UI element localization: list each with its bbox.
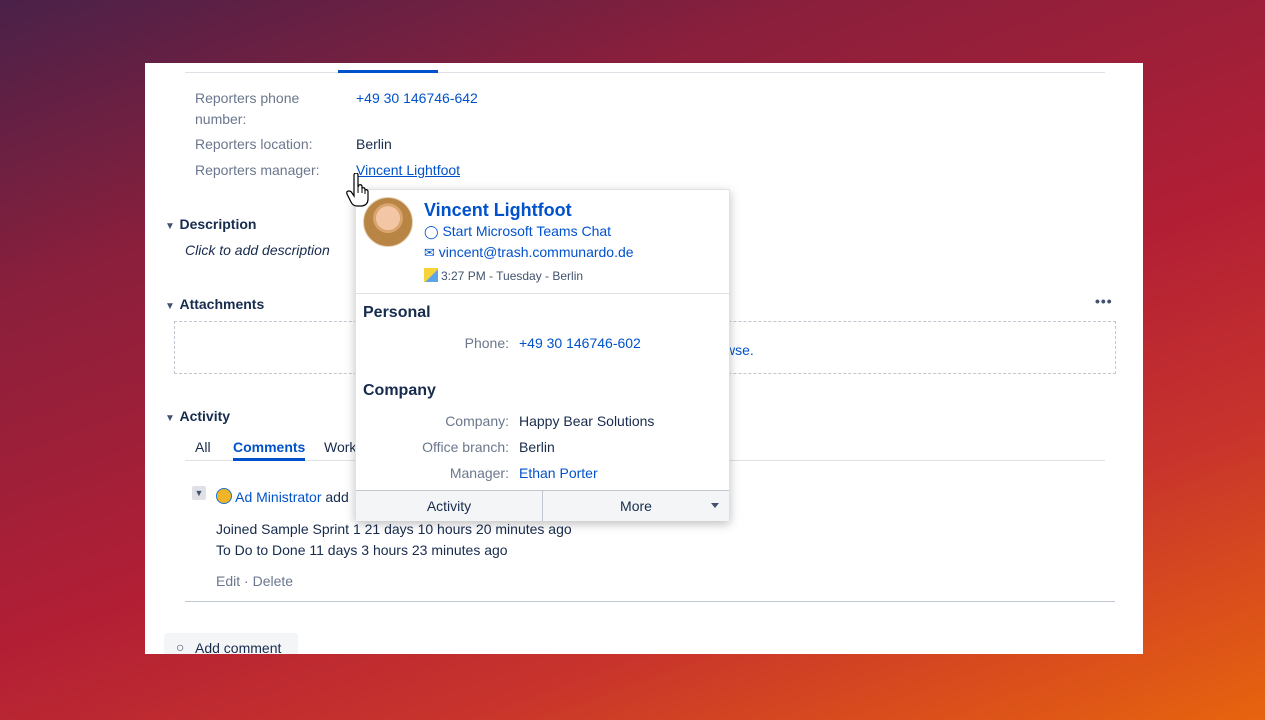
office-branch-value: Berlin bbox=[519, 439, 555, 455]
more-horizontal-icon[interactable]: ••• bbox=[1095, 293, 1113, 309]
activity-line-2: To Do to Done 11 days 3 hours 23 minutes… bbox=[216, 542, 508, 558]
local-time-text: 3:27 PM - Tuesday - Berlin bbox=[441, 269, 584, 283]
attachments-header[interactable]: ▼ Attachments bbox=[165, 296, 264, 314]
email-label: vincent@trash.communardo.de bbox=[438, 244, 634, 260]
company-value: Happy Bear Solutions bbox=[519, 413, 655, 429]
mail-icon: ✉ bbox=[424, 245, 435, 260]
chat-bubble-icon: ◯ bbox=[424, 224, 439, 239]
chevron-down-icon: ▼ bbox=[165, 301, 175, 312]
hand-pointer-cursor-icon bbox=[346, 173, 369, 207]
location-label: Reporters location: bbox=[195, 136, 313, 152]
tab-all[interactable]: All bbox=[195, 439, 211, 455]
location-value: Berlin bbox=[356, 136, 392, 152]
manager-value-link[interactable]: Ethan Porter bbox=[519, 465, 598, 481]
active-tab-indicator bbox=[233, 458, 305, 461]
avatar bbox=[216, 488, 232, 504]
description-header[interactable]: ▼ Description bbox=[165, 216, 256, 234]
section-divider bbox=[185, 601, 1115, 602]
teams-chat-label: Start Microsoft Teams Chat bbox=[442, 223, 612, 239]
chevron-down-icon: ▼ bbox=[165, 413, 175, 424]
daytime-icon bbox=[424, 268, 438, 282]
activity-title: Activity bbox=[179, 408, 231, 424]
personal-phone-label: Phone: bbox=[464, 335, 509, 351]
phone-value-link[interactable]: +49 30 146746-642 bbox=[356, 90, 478, 106]
comment-author-line: Ad Ministrator add bbox=[216, 488, 349, 505]
tab-comments[interactable]: Comments bbox=[233, 439, 305, 455]
edit-link[interactable]: Edit bbox=[216, 573, 240, 589]
add-comment-button[interactable]: ○ Add comment bbox=[164, 633, 298, 654]
manager-label: Manager: bbox=[449, 465, 509, 481]
comment-author-link[interactable]: Ad Ministrator bbox=[235, 489, 321, 505]
personal-section-title: Personal bbox=[363, 304, 431, 321]
delete-link[interactable]: Delete bbox=[253, 573, 293, 589]
collapse-chevron-icon[interactable]: ▼ bbox=[192, 486, 206, 500]
activity-header[interactable]: ▼ Activity bbox=[165, 408, 230, 426]
phone-label-cont: number: bbox=[195, 111, 247, 127]
separator: · bbox=[244, 573, 249, 589]
comment-action: add bbox=[325, 489, 349, 505]
personal-phone-link[interactable]: +49 30 146746-602 bbox=[519, 335, 641, 351]
caret-down-icon bbox=[711, 503, 719, 508]
card-header-divider bbox=[356, 293, 729, 294]
profile-hover-card: Vincent Lightfoot ◯ Start Microsoft Team… bbox=[355, 189, 730, 521]
company-label: Company: bbox=[445, 413, 509, 429]
active-tab-indicator bbox=[338, 70, 438, 73]
chevron-down-icon: ▼ bbox=[165, 221, 175, 232]
tab-bar-divider bbox=[185, 72, 1105, 73]
office-branch-label: Office branch: bbox=[422, 439, 509, 455]
add-comment-label: Add comment bbox=[195, 640, 282, 654]
attachments-title: Attachments bbox=[179, 296, 265, 312]
company-section-title: Company bbox=[363, 382, 436, 399]
comment-icon: ○ bbox=[176, 639, 185, 654]
comment-actions: Edit · Delete bbox=[216, 573, 293, 589]
tab-work[interactable]: Work bbox=[324, 439, 356, 455]
local-time: 3:27 PM - Tuesday - Berlin bbox=[424, 268, 583, 283]
more-dropdown-button[interactable]: More bbox=[542, 491, 729, 521]
email-link[interactable]: ✉ vincent@trash.communardo.de bbox=[424, 244, 634, 261]
profile-name-link[interactable]: Vincent Lightfoot bbox=[424, 200, 572, 221]
card-footer: Activity More bbox=[356, 490, 729, 521]
manager-label: Reporters manager: bbox=[195, 162, 320, 178]
phone-label: Reporters phone bbox=[195, 90, 300, 106]
description-placeholder[interactable]: Click to add description bbox=[185, 242, 330, 258]
more-label: More bbox=[620, 498, 652, 514]
activity-line-1: Joined Sample Sprint 1 21 days 10 hours … bbox=[216, 521, 572, 537]
teams-chat-link[interactable]: ◯ Start Microsoft Teams Chat bbox=[424, 223, 611, 240]
description-title: Description bbox=[179, 216, 257, 232]
activity-button[interactable]: Activity bbox=[356, 491, 542, 521]
